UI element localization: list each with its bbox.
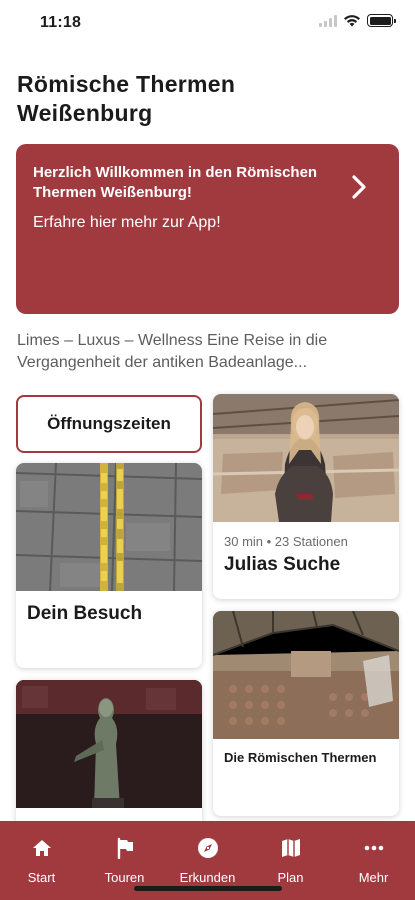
visit-card-image [16, 463, 202, 591]
battery-icon [367, 14, 396, 27]
tab-start-label: Start [27, 870, 56, 885]
thermen-card[interactable]: Die Römischen Thermen [213, 611, 399, 816]
tab-erkunden-label: Erkunden [179, 870, 236, 885]
tour-card-julias-suche[interactable]: 30 min • 23 Stationen Julias Suche [213, 394, 399, 599]
intro-text: Limes – Luxus – Wellness Eine Reise in d… [17, 332, 328, 371]
welcome-banner-subtitle: Erfahre hier mehr zur App! [33, 214, 221, 231]
welcome-banner[interactable]: Herzlich Willkommen in den Römischen The… [16, 144, 399, 314]
statue-card-image [16, 680, 202, 808]
tab-touren-label: Touren [104, 870, 145, 885]
tab-start[interactable]: Start [0, 821, 83, 900]
signal-icon [319, 14, 337, 27]
map-icon [281, 839, 300, 857]
opening-hours-button[interactable]: Öffnungszeiten [16, 395, 202, 453]
visit-card-dein-besuch[interactable]: Dein Besuch [16, 463, 202, 668]
wifi-icon [344, 15, 360, 27]
tab-plan-label: Plan [277, 870, 304, 885]
more-icon [364, 845, 383, 851]
home-indicator [134, 886, 282, 891]
tab-mehr-label: Mehr [358, 870, 389, 885]
status-icons [319, 14, 396, 27]
flag-icon [117, 837, 133, 859]
compass-icon [197, 838, 218, 858]
tour-card-title: Julias Suche [224, 554, 341, 575]
page-title: Römische Thermen Weißenburg [17, 71, 236, 126]
welcome-banner-title: Herzlich Willkommen in den Römischen The… [33, 164, 318, 201]
home-icon [32, 840, 51, 856]
status-bar: 11:18 [0, 0, 415, 46]
chevron-right-icon [352, 175, 366, 199]
tab-mehr[interactable]: Mehr [332, 821, 415, 900]
visit-card-title: Dein Besuch [27, 603, 143, 624]
thermen-card-image [213, 611, 399, 739]
thermen-card-title: Die Römischen Thermen [224, 750, 377, 765]
tour-card-meta: 30 min • 23 Stationen [224, 534, 348, 549]
status-time: 11:18 [40, 14, 82, 31]
tour-card-image [213, 394, 399, 522]
